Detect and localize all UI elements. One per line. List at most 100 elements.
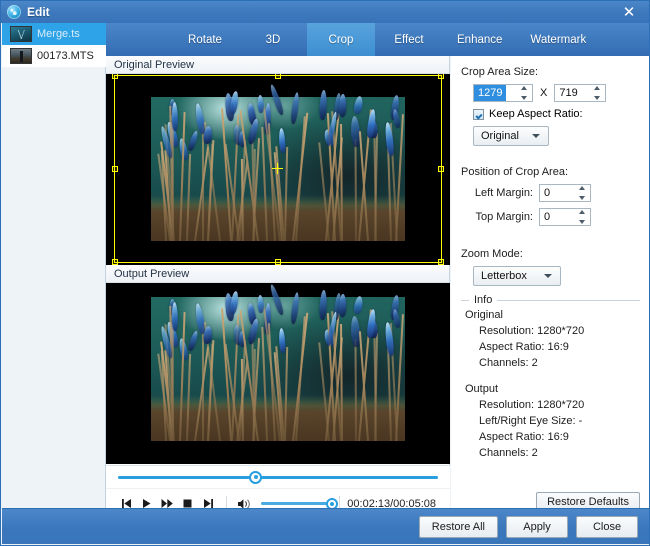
blue-feather	[269, 83, 285, 115]
left-margin-stepper[interactable]: 0	[539, 184, 591, 202]
reed-stalk	[318, 142, 329, 241]
reed-stalk	[284, 347, 288, 441]
reed-stalk	[354, 139, 356, 241]
crop-handle-nw[interactable]	[112, 74, 118, 79]
blue-feather	[384, 322, 395, 357]
tab-watermark[interactable]: Watermark	[516, 23, 600, 56]
video-thumb-icon	[10, 26, 32, 42]
original-preview[interactable]	[106, 74, 450, 265]
crop-height-value[interactable]: 719	[555, 85, 581, 101]
reed-stalk	[253, 149, 255, 241]
list-item-mts[interactable]: 00173.MTS	[2, 45, 106, 67]
tab-rotate[interactable]: Rotate	[171, 23, 239, 56]
keep-aspect-ratio-checkbox[interactable]	[473, 109, 484, 120]
crop-height-arrows[interactable]	[594, 86, 602, 100]
zoom-mode-select[interactable]: Letterbox	[473, 266, 561, 286]
blue-feather	[257, 295, 264, 313]
position-of-crop-area-label: Position of Crop Area:	[461, 166, 640, 178]
keep-aspect-ratio-label: Keep Aspect Ratio:	[489, 108, 583, 120]
blue-feather	[290, 292, 300, 325]
reed-stalk	[179, 112, 185, 241]
info-original-channels: Channels: 2	[479, 355, 640, 371]
left-margin-value[interactable]: 0	[540, 185, 554, 201]
volume-slider[interactable]	[261, 502, 332, 505]
original-preview-header: Original Preview	[106, 56, 449, 74]
sidebar: Merge.ts 00173.MTS	[2, 23, 106, 523]
tab-effect[interactable]: Effect	[375, 23, 443, 56]
top-margin-stepper[interactable]: 0	[539, 208, 591, 226]
blue-feather	[392, 309, 401, 328]
reed-stalk	[194, 347, 209, 442]
crop-width-value[interactable]: 1279	[474, 85, 506, 101]
info-original-resolution: Resolution: 1280*720	[479, 323, 640, 339]
crop-width-stepper[interactable]: 1279	[473, 84, 533, 102]
blue-feather	[384, 122, 395, 157]
chevron-down-icon	[544, 274, 552, 278]
file-list: Merge.ts 00173.MTS	[2, 23, 106, 67]
reed-stalk	[268, 123, 276, 241]
info-output-aspect-ratio: Aspect Ratio: 16:9	[479, 429, 640, 445]
keep-aspect-ratio-row[interactable]: Keep Aspect Ratio:	[473, 108, 640, 120]
restore-all-button[interactable]: Restore All	[419, 516, 498, 538]
reed-stalk	[186, 154, 191, 241]
aspect-ratio-select[interactable]: Original	[473, 126, 549, 146]
blue-feather	[353, 296, 364, 315]
crop-handle-se[interactable]	[438, 259, 444, 265]
edit-window: Edit ✕ Merge.ts 00173.MTS Rotate 3D Crop…	[0, 0, 650, 546]
crop-handle-s[interactable]	[275, 259, 281, 265]
blue-feather	[257, 95, 264, 113]
reed-stalk	[284, 147, 288, 241]
reed-stalk	[186, 354, 191, 441]
close-icon[interactable]: ✕	[607, 1, 650, 23]
reed-stalk	[253, 349, 255, 441]
crop-settings-panel: Crop Area Size: 1279 X 719 Keep Aspect R…	[451, 56, 650, 523]
top-margin-value[interactable]: 0	[540, 209, 554, 225]
info-output-resolution: Resolution: 1280*720	[479, 397, 640, 413]
reed-stalk	[318, 342, 329, 441]
reed-stalk	[292, 312, 308, 441]
crop-handle-n[interactable]	[275, 74, 281, 79]
info-original-aspect-ratio: Aspect Ratio: 16:9	[479, 339, 640, 355]
top-margin-arrows[interactable]	[579, 210, 587, 224]
close-button[interactable]: Close	[576, 516, 638, 538]
blue-feather	[290, 92, 300, 125]
left-margin-label: Left Margin:	[461, 187, 533, 199]
left-margin-arrows[interactable]	[579, 186, 587, 200]
dimension-separator: X	[540, 87, 547, 99]
crop-handle-e[interactable]	[438, 166, 444, 172]
list-item-merge[interactable]: Merge.ts	[2, 23, 106, 45]
output-preview-header: Output Preview	[106, 265, 449, 283]
reed-stalk	[179, 312, 185, 441]
video-frame-output	[151, 297, 405, 441]
seek-slider-thumb[interactable]	[249, 471, 262, 484]
info-original-label: Original	[465, 309, 640, 321]
crop-handle-sw[interactable]	[112, 259, 118, 265]
info-legend: Info	[469, 294, 497, 306]
reed-stalk	[194, 147, 209, 242]
seek-row	[106, 466, 450, 488]
seek-slider[interactable]	[118, 476, 438, 479]
apply-button[interactable]: Apply	[506, 516, 568, 538]
tab-crop[interactable]: Crop	[307, 23, 375, 56]
crop-handle-ne[interactable]	[438, 74, 444, 79]
blue-feather	[171, 102, 178, 131]
blue-feather	[187, 330, 200, 352]
blue-feather	[339, 294, 346, 317]
info-output-channels: Channels: 2	[479, 445, 640, 461]
tab-3d[interactable]: 3D	[239, 23, 307, 56]
crop-height-stepper[interactable]: 719	[554, 84, 606, 102]
reed-stalk	[292, 112, 308, 241]
tab-bar: Rotate 3D Crop Effect Enhance Watermark	[106, 23, 650, 56]
blue-feather	[339, 94, 346, 117]
chevron-down-icon	[532, 134, 540, 138]
blue-feather	[269, 283, 285, 315]
info-section: Info Original Resolution: 1280*720 Aspec…	[461, 300, 640, 461]
tab-enhance[interactable]: Enhance	[443, 23, 516, 56]
blue-feather	[392, 109, 401, 128]
blue-feather	[171, 302, 178, 331]
video-thumb-icon	[10, 48, 32, 64]
crop-handle-w[interactable]	[112, 166, 118, 172]
reed-stalk	[354, 339, 356, 441]
crop-area-size-label: Crop Area Size:	[461, 66, 640, 78]
crop-width-arrows[interactable]	[521, 86, 529, 100]
